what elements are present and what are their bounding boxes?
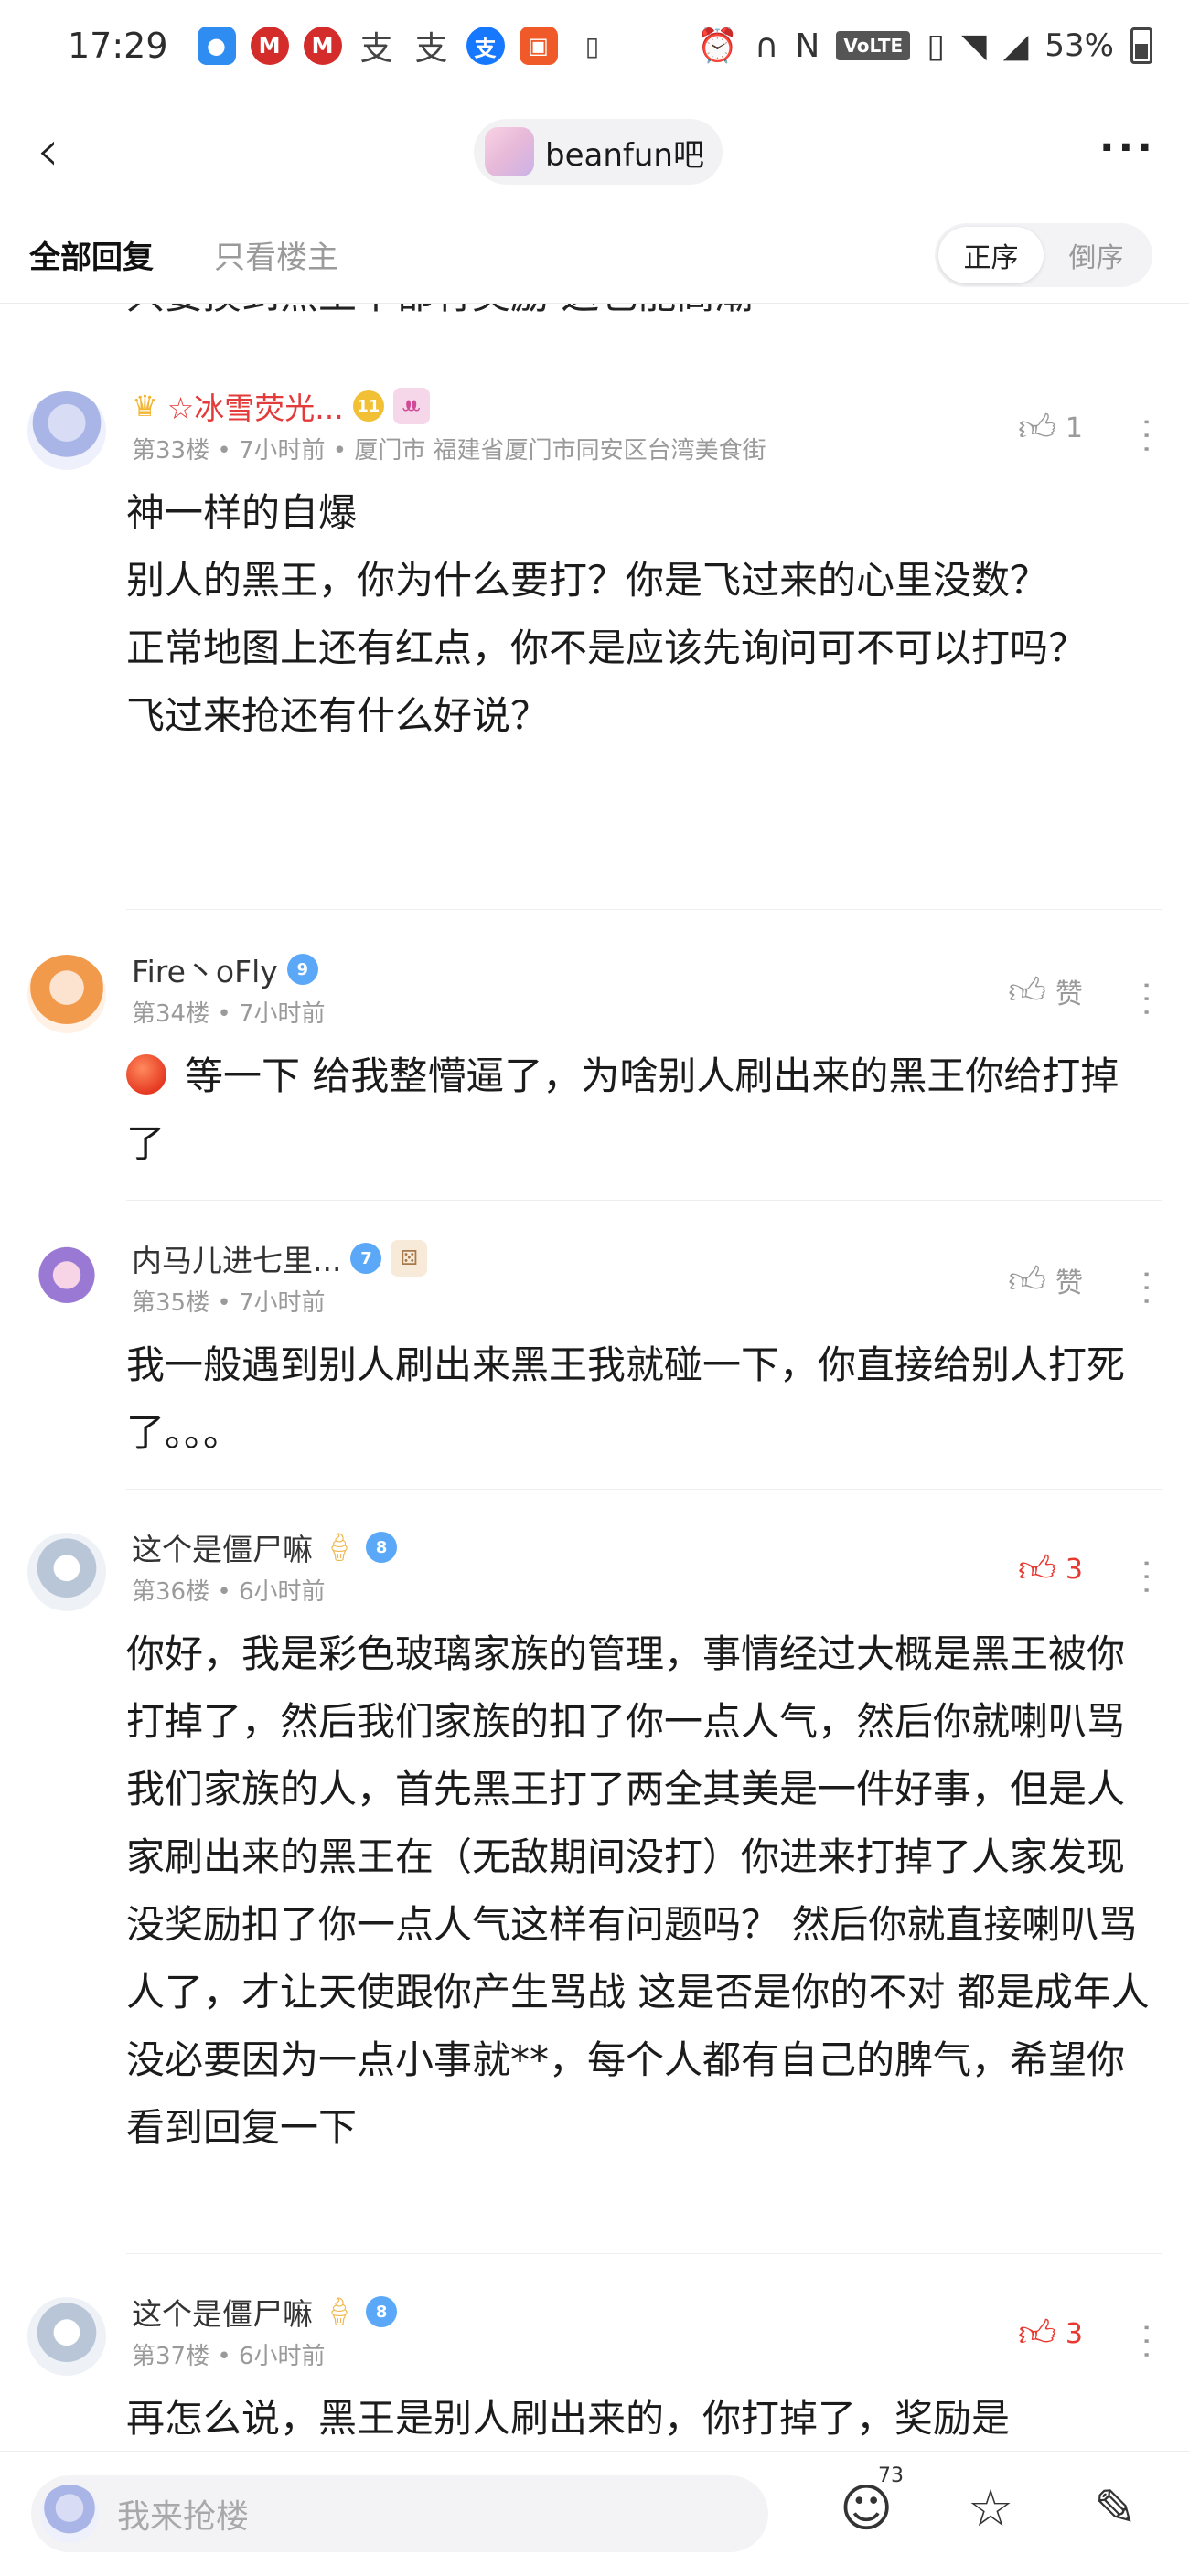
thumbs-up-filled-icon: 👍︎: [1018, 1548, 1056, 1590]
vibrate-icon: ▯: [927, 27, 946, 65]
like-button[interactable]: 👍︎ 赞: [1008, 969, 1083, 1013]
thumbs-up-filled-icon: 👍︎: [1018, 2313, 1056, 2355]
username[interactable]: 这个是僵尸嘛 🍦︎ 8: [132, 1525, 398, 1569]
sort-ascending[interactable]: 正序: [938, 227, 1044, 283]
more-options-icon[interactable]: ···: [1099, 124, 1156, 171]
star-favorite-icon[interactable]: ☆: [968, 2479, 1013, 2539]
like-button[interactable]: 👍︎ 赞: [1008, 1258, 1083, 1302]
reply-filter-bar: 全部回复 只看楼主 正序 倒序: [0, 216, 1189, 304]
angry-emoji-icon: [126, 1054, 166, 1095]
emoji-count: 73: [878, 2464, 904, 2487]
reply-input[interactable]: 我来抢楼: [31, 2475, 768, 2552]
post-menu-icon[interactable]: ···: [1128, 1558, 1164, 1598]
battery-percent: 53%: [1044, 27, 1114, 64]
username[interactable]: 这个是僵尸嘛 🍦︎ 8: [132, 2290, 398, 2334]
metro-icon: M: [250, 27, 289, 65]
level-badge: 8: [366, 2296, 398, 2327]
top-nav: ‹ beanfun吧 ···: [0, 101, 1189, 192]
post-menu-icon[interactable]: ···: [1128, 2323, 1164, 2363]
post-meta: 第35楼 • 7小时前: [132, 1289, 326, 1317]
notification-icons: ● M M 支 支 支 ▣ ▯: [197, 22, 613, 69]
nfc-icon: Ν: [795, 27, 820, 65]
like-label: 赞: [1055, 1267, 1083, 1299]
ice-cream-icon: 🍦︎: [322, 2295, 358, 2328]
back-arrow-icon[interactable]: ‹: [37, 117, 59, 184]
sort-toggle: 正序 倒序: [935, 223, 1152, 287]
divider: [126, 1489, 1162, 1490]
thumbs-up-icon: 👍︎: [1008, 970, 1046, 1012]
post-menu-icon[interactable]: ···: [1128, 1269, 1164, 1309]
post-content: 再怎么说，黑王是别人刷出来的，你打掉了，奖励是: [126, 2396, 1011, 2441]
share-edit-icon[interactable]: ✎: [1094, 2479, 1137, 2539]
level-badge: 8: [366, 1532, 398, 1563]
post-meta: 第33楼 • 7小时前 • 厦门市 福建省厦门市同安区台湾美食街: [132, 437, 766, 465]
bar-name-pill[interactable]: beanfun吧: [474, 119, 723, 185]
alipay-outline-icon-2: 支: [414, 30, 448, 68]
post-menu-icon[interactable]: ···: [1128, 980, 1164, 1021]
post-meta: 第36楼 • 6小时前: [132, 1578, 326, 1606]
avatar[interactable]: [27, 391, 106, 470]
avatar[interactable]: [27, 2297, 106, 2376]
level-badge: 7: [350, 1243, 382, 1274]
username[interactable]: 内马儿进七里... 7 ⚄: [132, 1236, 428, 1280]
thumbs-up-icon: 👍︎: [1008, 1259, 1046, 1301]
download-icon: ▯: [584, 30, 600, 61]
like-count: 3: [1065, 2317, 1083, 2350]
member-deco-icon: ꔚ: [392, 388, 430, 424]
sort-descending[interactable]: 倒序: [1044, 227, 1149, 283]
avatar[interactable]: [27, 1533, 106, 1611]
ice-cream-icon: 🍦︎: [322, 1531, 358, 1564]
level-badge: 11: [352, 390, 384, 422]
post-content: 你好，我是彩色玻璃家族的管理，事情经过大概是黑王被你打掉了，然后我们家族的扣了你…: [126, 1631, 1162, 2150]
dice-icon: ⚄: [391, 1240, 428, 1277]
my-avatar: [40, 2485, 99, 2543]
battery-icon: [1130, 27, 1152, 64]
tab-all-replies[interactable]: 全部回复: [29, 232, 154, 277]
crown-icon: ♛: [132, 389, 158, 423]
thumbs-up-icon: 👍︎: [1018, 407, 1056, 449]
like-label: 赞: [1055, 978, 1083, 1010]
headphones-icon: ∩: [755, 27, 779, 65]
like-button[interactable]: 👍︎ 3: [1018, 2312, 1083, 2356]
avatar[interactable]: [27, 1244, 106, 1322]
tab-host-only[interactable]: 只看楼主: [214, 232, 338, 277]
reply-placeholder: 我来抢楼: [117, 2498, 250, 2536]
signal-icon: ◢: [1002, 27, 1029, 65]
avatar[interactable]: [27, 955, 106, 1033]
alarm-icon: ⏰: [697, 27, 739, 65]
bottom-reply-bar: 我来抢楼 ☺ 73 ☆ ✎: [0, 2451, 1189, 2576]
bar-avatar: [485, 127, 534, 176]
wifi-icon: ◥: [961, 27, 987, 65]
emoji-comment-icon[interactable]: ☺: [840, 2479, 893, 2539]
post-content: 等一下 给我整懵逼了，为啥别人刷出来的黑王你给打掉了: [126, 1053, 1119, 1166]
volte-icon: VoLTE: [836, 31, 911, 60]
username[interactable]: Fire丶oFly 9: [132, 947, 318, 991]
bus-app-icon: ▣: [519, 27, 558, 65]
like-count: 1: [1065, 412, 1083, 444]
metro-icon-2: M: [303, 27, 342, 65]
bar-name: beanfun吧: [545, 136, 704, 174]
username[interactable]: ♛ ☆冰雪荧光... 11 ꔚ: [132, 384, 430, 428]
divider: [126, 909, 1162, 910]
post-meta: 第34楼 • 7小时前: [132, 1000, 326, 1028]
post-content: 神一样的自爆 别人的黑王，你为什么要打？你是飞过来的心里没数？ 正常地图上还有红…: [126, 490, 1087, 738]
level-badge: 9: [286, 954, 318, 985]
status-bar: 17:29 ● M M 支 支 支 ▣ ▯ ⏰ ∩ Ν VoLTE ▯ ◥ ◢ …: [0, 0, 1189, 91]
divider: [126, 1200, 1162, 1201]
like-button[interactable]: 👍︎ 3: [1018, 1547, 1083, 1591]
alipay-outline-icon: 支: [359, 30, 393, 68]
alipay-icon: 支: [466, 27, 505, 65]
post-content: 我一般遇到别人刷出来黑王我就碰一下，你直接给别人打死了。。。: [126, 1342, 1126, 1455]
like-count: 3: [1065, 1553, 1083, 1586]
system-icons: ⏰ ∩ Ν VoLTE ▯ ◥ ◢ 53%: [697, 27, 1152, 65]
post-menu-icon[interactable]: ···: [1128, 417, 1164, 457]
like-button[interactable]: 👍︎ 1: [1018, 406, 1083, 450]
divider: [126, 2253, 1162, 2254]
qq-icon: ●: [197, 27, 236, 65]
status-time: 17:29: [68, 26, 168, 66]
post-meta: 第37楼 • 6小时前: [132, 2343, 326, 2370]
